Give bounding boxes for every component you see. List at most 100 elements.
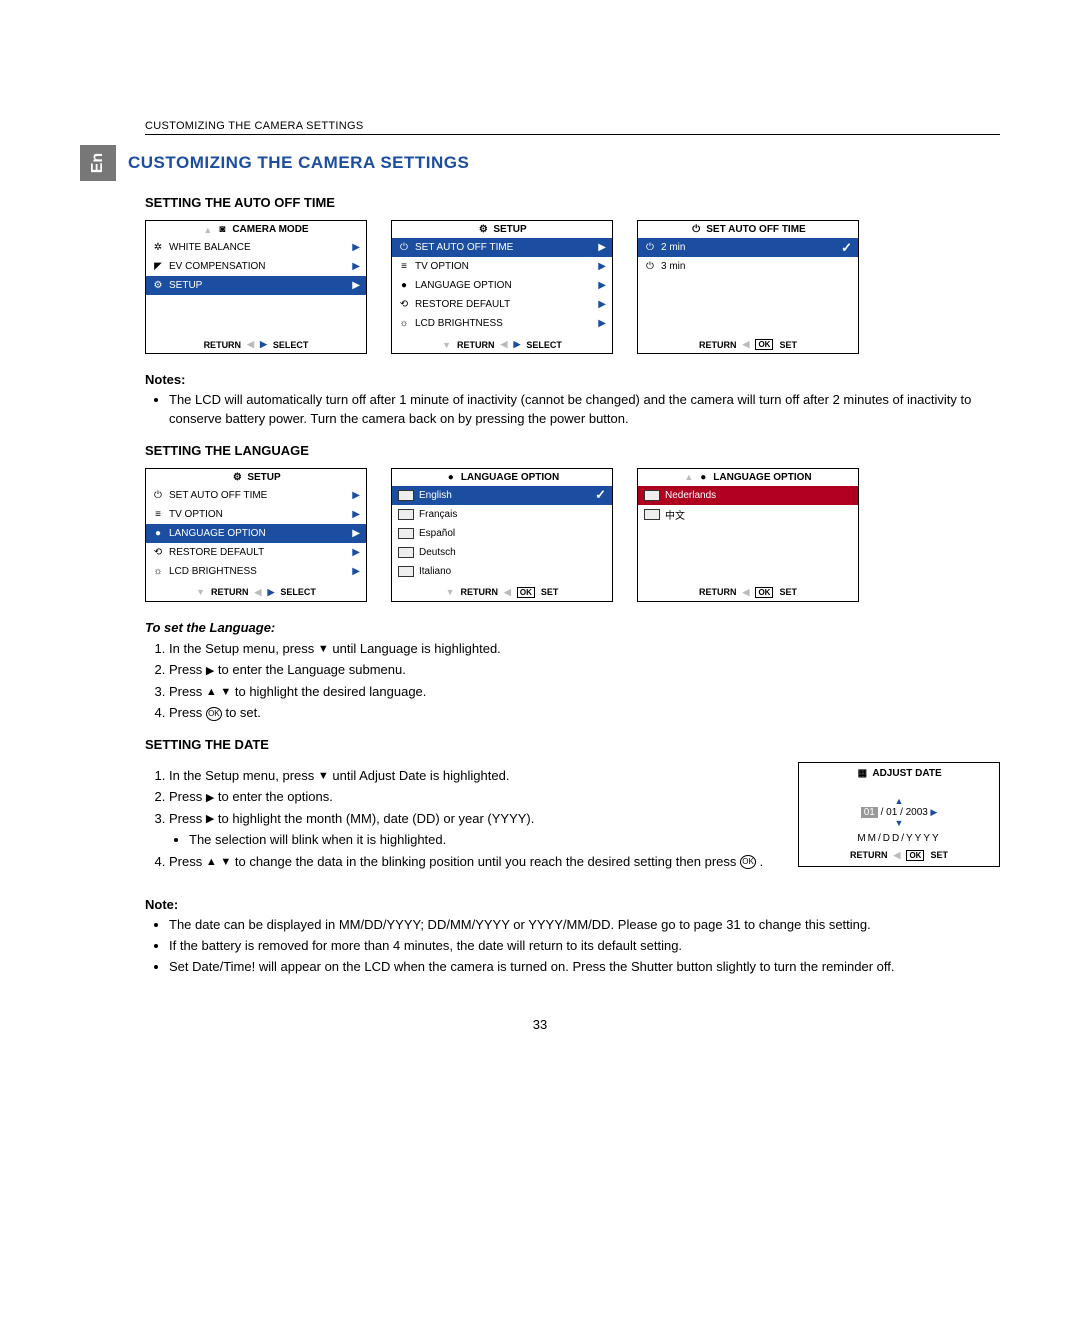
menu-item[interactable]: 中文 [638, 505, 858, 524]
chevron-right-icon: ▶ [598, 318, 606, 329]
menu-item[interactable]: ⟲RESTORE DEFAULT▶ [146, 543, 366, 562]
footer-return[interactable]: RETURN [460, 587, 498, 597]
menu-item[interactable]: ⏻3 min [638, 257, 858, 276]
screen-footer: RETURN ◀ ▶ SELECT [146, 335, 366, 353]
flag-icon [398, 528, 414, 539]
footer-set[interactable]: SET [779, 587, 797, 597]
manual-page: CUSTOMIZING THE CAMERA SETTINGS En CUSTO… [0, 0, 1080, 1062]
footer-select[interactable]: SELECT [280, 587, 316, 597]
triangle-left-dim-icon: ◀ [504, 587, 511, 598]
menu-label: LCD BRIGHTNESS [415, 318, 503, 329]
setup-icon: ⚙ [477, 224, 489, 235]
menu-item-highlighted[interactable]: English✓ [392, 486, 612, 505]
footer-select[interactable]: SELECT [526, 340, 562, 350]
triangle-up-icon: ▲ [895, 796, 904, 806]
footer-return[interactable]: RETURN [211, 587, 249, 597]
lang-steps: In the Setup menu, press ▼ until Languag… [145, 639, 1000, 723]
date-month-field[interactable]: 01 [861, 807, 878, 818]
triangle-down-icon: ▼ [220, 684, 231, 701]
menu-item[interactable]: Italiano [392, 562, 612, 581]
screen-footer: ▼ RETURN ◀ ▶ SELECT [146, 583, 366, 601]
subheading-auto-off: SETTING THE AUTO OFF TIME [145, 195, 1000, 210]
screen-title-text: ADJUST DATE [872, 768, 941, 779]
triangle-up-dim-icon: ▲ [684, 472, 693, 482]
menu-item[interactable]: Français [392, 505, 612, 524]
screen-title: ⏻ SET AUTO OFF TIME [638, 221, 858, 238]
footer-set[interactable]: SET [541, 587, 559, 597]
power-icon: ⏻ [644, 242, 656, 253]
screen-adjust-date: ▦ ADJUST DATE ▲ 01 / 01 / 2003 ▶ ▼ MM/DD… [798, 762, 1000, 867]
menu-item-highlighted[interactable]: ⏻SET AUTO OFF TIME▶ [392, 238, 612, 257]
menu-label: LANGUAGE OPTION [415, 280, 512, 291]
menu-item[interactable]: ≡TV OPTION▶ [146, 505, 366, 524]
lang-steps-title: To set the Language: [145, 620, 1000, 635]
chevron-right-icon: ▶ [598, 299, 606, 310]
menu-list: ⏻SET AUTO OFF TIME▶ ≡TV OPTION▶ ● LANGUAG… [392, 238, 612, 335]
header-rule [145, 134, 1000, 135]
step-item: Press ▶ to enter the options. [169, 787, 768, 807]
triangle-right-icon: ▶ [513, 339, 520, 350]
chevron-right-icon: ▶ [352, 261, 360, 272]
step-item: Press ▲ ▼ to change the data in the blin… [169, 852, 768, 872]
footer-set[interactable]: SET [930, 850, 948, 860]
menu-item-highlighted[interactable]: ●LANGUAGE OPTION▶ [146, 524, 366, 543]
footer-return[interactable]: RETURN [457, 340, 495, 350]
menu-label: RESTORE DEFAULT [169, 547, 264, 558]
menu-item[interactable]: ≡TV OPTION▶ [392, 257, 612, 276]
setup-icon: ⚙ [152, 280, 164, 291]
menu-item-highlighted[interactable]: Nederlands [638, 486, 858, 505]
note-item: Set Date/Time! will appear on the LCD wh… [169, 958, 1000, 977]
menu-item-highlighted[interactable]: ⚙SETUP▶ [146, 276, 366, 295]
triangle-down-dim-icon: ▼ [196, 587, 205, 597]
menu-label: LCD BRIGHTNESS [169, 566, 257, 577]
screen-title: ▦ ADJUST DATE [799, 763, 999, 784]
footer-return[interactable]: RETURN [204, 340, 242, 350]
menu-item-highlighted[interactable]: ⏻2 min✓ [638, 238, 858, 257]
notes-heading: Notes: [145, 372, 1000, 387]
date-steps: In the Setup menu, press ▼ until Adjust … [145, 766, 768, 872]
screen-footer: RETURN ◀ OK SET [638, 583, 858, 601]
brightness-icon: ☼ [398, 318, 410, 329]
menu-item[interactable]: Deutsch [392, 543, 612, 562]
menu-label: SETUP [169, 280, 202, 291]
substep-item: The selection will blink when it is high… [189, 830, 768, 850]
screen-title-text: SET AUTO OFF TIME [706, 224, 805, 235]
globe-icon: ● [398, 280, 410, 291]
tv-icon: ≡ [398, 261, 410, 272]
menu-label: Deutsch [419, 547, 456, 558]
step-item: Press ▶ to highlight the month (MM), dat… [169, 809, 768, 850]
menu-item[interactable]: ☼LCD BRIGHTNESS▶ [146, 562, 366, 581]
step-item: In the Setup menu, press ▼ until Languag… [169, 639, 1000, 659]
triangle-right-icon: ▶ [928, 807, 937, 817]
screen-title: ▲ ● LANGUAGE OPTION [638, 469, 858, 486]
screen-title-text: CAMERA MODE [232, 224, 308, 235]
footer-set[interactable]: SET [779, 340, 797, 350]
step-item: Press ▶ to enter the Language submenu. [169, 660, 1000, 680]
menu-item[interactable]: ⏻SET AUTO OFF TIME▶ [146, 486, 366, 505]
footer-return[interactable]: RETURN [699, 340, 737, 350]
date-format: MM/DD/YYYY [799, 833, 999, 844]
footer-return[interactable]: RETURN [699, 587, 737, 597]
section-title-row: En CUSTOMIZING THE CAMERA SETTINGS [80, 145, 1000, 181]
menu-item[interactable]: ✲WHITE BALANCE▶ [146, 238, 366, 257]
footer-return[interactable]: RETURN [850, 850, 888, 860]
note-item: The LCD will automatically turn off afte… [169, 391, 1000, 429]
flag-icon [398, 547, 414, 558]
flag-icon [644, 490, 660, 501]
date-rest: / 01 / 2003 [878, 807, 928, 818]
menu-label: TV OPTION [169, 509, 223, 520]
menu-item[interactable]: ◤EV COMPENSATION▶ [146, 257, 366, 276]
ok-icon: OK [755, 339, 773, 350]
menu-item[interactable]: ☼ LCD BRIGHTNESS ▶ [392, 314, 612, 333]
menu-item[interactable]: ● LANGUAGE OPTION ▶ [392, 276, 612, 295]
menu-item[interactable]: ⟲RESTORE DEFAULT▶ [392, 295, 612, 314]
menu-item-empty [638, 314, 858, 333]
chevron-right-icon: ▶ [598, 280, 606, 291]
triangle-left-dim-icon: ◀ [743, 339, 750, 350]
chevron-right-icon: ▶ [598, 261, 606, 272]
menu-item[interactable]: Español [392, 524, 612, 543]
footer-select[interactable]: SELECT [273, 340, 309, 350]
flag-icon [398, 490, 414, 501]
setup-icon: ⚙ [231, 472, 243, 483]
screen-title-text: LANGUAGE OPTION [461, 472, 559, 483]
